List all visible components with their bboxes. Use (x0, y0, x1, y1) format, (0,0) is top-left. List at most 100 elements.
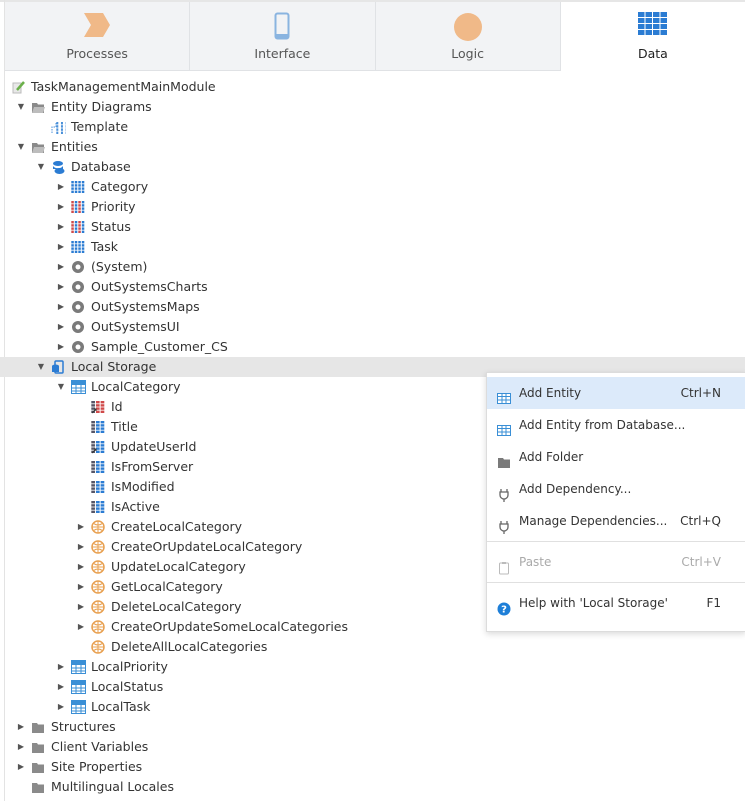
tree-item-label: UpdateUserId (111, 437, 196, 457)
tab-label: Interface (190, 46, 374, 61)
collapse-arrow-icon[interactable]: ▼ (36, 157, 46, 177)
expand-arrow-icon[interactable]: ▶ (56, 177, 66, 197)
tree-item-label: GetLocalCategory (111, 577, 223, 597)
tree-item[interactable]: ▶Sample_Customer_CS (0, 337, 745, 357)
tab-logic[interactable]: Logic (376, 2, 561, 71)
tree-item[interactable]: ▶ OutSystemsMaps (0, 297, 745, 317)
folder-icon (497, 450, 511, 464)
expand-arrow-icon[interactable]: ▶ (56, 197, 66, 217)
tree-item[interactable]: ▶ Site Properties (0, 757, 745, 777)
tree-item-label: CreateLocalCategory (111, 517, 242, 537)
tree-item-label: LocalCategory (91, 377, 181, 397)
tree-item[interactable]: ▶ Status (0, 217, 745, 237)
tree-item[interactable]: ▶LocalStatus (0, 677, 745, 697)
entity-icon (497, 386, 511, 400)
tree-item-label: Category (91, 177, 148, 197)
expand-arrow-icon[interactable]: ▶ (76, 537, 86, 557)
action-icon (91, 580, 105, 594)
menu-item[interactable]: Add Entity from Database... (487, 409, 745, 441)
expand-arrow-icon[interactable]: ▶ (76, 557, 86, 577)
tab-processes[interactable]: Processes (5, 2, 190, 71)
expand-arrow-icon[interactable]: ▶ (16, 717, 26, 737)
tree-item-label: Status (91, 217, 131, 237)
tree-item-label: Structures (51, 717, 116, 737)
tree-item-label: (System) (91, 257, 147, 277)
tree-item-label: IsActive (111, 497, 160, 517)
collapse-arrow-icon[interactable]: ▼ (36, 357, 46, 377)
module-icon (11, 80, 25, 94)
menu-item[interactable]: ? Help with 'Local Storage' F1 (487, 587, 745, 619)
menu-item[interactable]: Add Dependency... (487, 473, 745, 505)
module-ref-icon (71, 280, 85, 294)
expand-arrow-icon[interactable]: ▶ (56, 217, 66, 237)
expand-arrow-icon[interactable]: ▶ (76, 577, 86, 597)
tree-item[interactable]: ▶ Category (0, 177, 745, 197)
tree-item-label: CreateOrUpdateLocalCategory (111, 537, 302, 557)
help-icon: ? (497, 596, 511, 610)
expand-arrow-icon[interactable]: ▶ (56, 257, 66, 277)
module-ref-icon (71, 300, 85, 314)
folder-icon (31, 760, 45, 774)
expand-arrow-icon[interactable]: ▶ (76, 597, 86, 617)
tree-item[interactable]: DeleteAllLocalCategories (0, 637, 745, 657)
tree-item[interactable]: Multilingual Locales (0, 777, 745, 797)
tree-item-label: DeleteAllLocalCategories (111, 637, 267, 657)
attr-icon (91, 420, 105, 434)
tree-item-label: Site Properties (51, 757, 142, 777)
menu-item-label: Add Entity (519, 377, 581, 409)
tree-item[interactable]: ▼ Entity Diagrams (0, 97, 745, 117)
tree-item[interactable]: ▶ (System) (0, 257, 745, 277)
svg-text:?: ? (501, 605, 507, 616)
tab-data[interactable]: Data (561, 2, 745, 71)
tree-item[interactable]: ▶ LocalTask (0, 697, 745, 717)
expand-arrow-icon[interactable]: ▶ (16, 757, 26, 777)
tree-item[interactable]: ▶OutSystemsUI (0, 317, 745, 337)
folder-icon (31, 720, 45, 734)
expand-arrow-icon[interactable]: ▶ (76, 517, 86, 537)
expand-arrow-icon[interactable]: ▶ (56, 297, 66, 317)
tree-item-label: Title (111, 417, 138, 437)
expand-arrow-icon[interactable]: ▶ (76, 617, 86, 637)
tree-item[interactable]: TaskManagementMainModule (0, 77, 745, 97)
menu-item[interactable]: Manage Dependencies...Ctrl+Q (487, 505, 745, 537)
expand-arrow-icon[interactable]: ▶ (56, 697, 66, 717)
folder-open-icon (31, 100, 45, 114)
tree-item[interactable]: ▶LocalPriority (0, 657, 745, 677)
expand-arrow-icon[interactable]: ▶ (56, 657, 66, 677)
tree-item-label: CreateOrUpdateSomeLocalCategories (111, 617, 348, 637)
menu-item[interactable]: Add Folder (487, 441, 745, 473)
menu-item-label: Help with 'Local Storage' (519, 587, 668, 619)
tree-item-label: Entity Diagrams (51, 97, 152, 117)
action-icon (91, 520, 105, 534)
tab-interface[interactable]: Interface (190, 2, 375, 71)
tree-item-label: Database (71, 157, 131, 177)
tree-item[interactable]: ▶Priority (0, 197, 745, 217)
tab-label: Data (561, 46, 745, 61)
entity-static-icon (71, 220, 85, 234)
tree-item[interactable]: ▶ Structures (0, 717, 745, 737)
tree-item[interactable]: ▶Client Variables (0, 737, 745, 757)
tree-item-label: IsModified (111, 477, 175, 497)
tree-item[interactable]: ▶Task (0, 237, 745, 257)
expand-arrow-icon[interactable]: ▶ (56, 677, 66, 697)
tree-item[interactable]: ▼ Database (0, 157, 745, 177)
tree-item[interactable]: ▼Entities (0, 137, 745, 157)
folder-icon (31, 740, 45, 754)
action-icon (91, 540, 105, 554)
collapse-arrow-icon[interactable]: ▼ (16, 97, 26, 117)
expand-arrow-icon[interactable]: ▶ (56, 317, 66, 337)
expand-arrow-icon[interactable]: ▶ (16, 737, 26, 757)
database-icon (51, 160, 65, 174)
collapse-arrow-icon[interactable]: ▼ (56, 377, 66, 397)
tree-item-label: OutSystemsMaps (91, 297, 200, 317)
tree-item[interactable]: Template (0, 117, 745, 137)
expand-arrow-icon[interactable]: ▶ (56, 277, 66, 297)
tree-item-label: LocalTask (91, 697, 150, 717)
menu-item-shortcut: F1 (706, 587, 721, 619)
collapse-arrow-icon[interactable]: ▼ (16, 137, 26, 157)
menu-item[interactable]: Add EntityCtrl+N (487, 377, 745, 409)
expand-arrow-icon[interactable]: ▶ (56, 237, 66, 257)
expand-arrow-icon[interactable]: ▶ (56, 337, 66, 357)
data-icon (638, 12, 668, 39)
tree-item[interactable]: ▶OutSystemsCharts (0, 277, 745, 297)
